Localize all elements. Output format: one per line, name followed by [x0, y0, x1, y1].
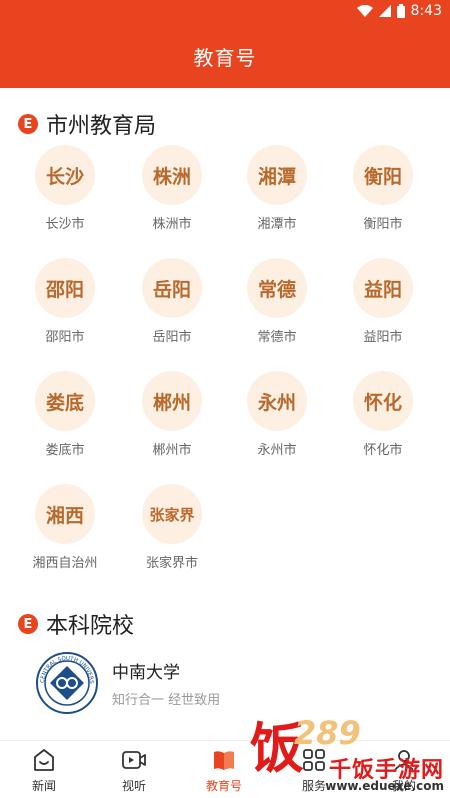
video-icon — [122, 751, 146, 769]
news-icon — [34, 749, 54, 771]
city-item-xiangxi[interactable]: 湘西 湘西自治州 — [15, 484, 115, 571]
section-title: 本科院校 — [46, 614, 135, 639]
city-item-zhangjiajie[interactable]: 张家界 张家界市 — [122, 484, 222, 571]
city-item-chenzhou[interactable]: 郴州 郴州市 — [122, 371, 222, 458]
city-label: 永州市 — [257, 443, 297, 458]
section-header-city: E 市州教育局 — [18, 108, 156, 140]
city-label: 常德市 — [257, 330, 297, 345]
city-item-yiyang[interactable]: 益阳 益阳市 — [333, 258, 433, 345]
status-bar: 8:43 — [0, 0, 450, 24]
profile-icon — [394, 750, 414, 771]
city-item-huaihua[interactable]: 怀化 怀化市 — [333, 371, 433, 458]
tab-education[interactable]: 教育号 — [194, 747, 254, 794]
tab-label: 视听 — [121, 779, 146, 793]
tab-service[interactable]: 服务 — [284, 747, 344, 794]
bottom-tab-bar: 新闻 视听 教育号 服务 我的 — [0, 740, 450, 798]
city-item-shaoyang[interactable]: 邵阳 邵阳市 — [15, 258, 115, 345]
city-item-hengyang[interactable]: 衡阳 衡阳市 — [333, 145, 433, 232]
university-motto: 知行合一 经世致用 — [112, 693, 221, 708]
university-logo-icon: CENTRAL SOUTH UNIVERSITY — [36, 652, 98, 714]
page-title: 教育号 — [193, 46, 257, 70]
city-icon: 邵阳 — [35, 258, 95, 318]
city-icon: 怀化 — [353, 371, 413, 431]
city-item-yueyang[interactable]: 岳阳 岳阳市 — [122, 258, 222, 345]
service-icon — [303, 749, 325, 771]
city-icon: 湘潭 — [247, 145, 307, 205]
tab-media[interactable]: 视听 — [104, 747, 164, 794]
university-name: 中南大学 — [112, 663, 180, 683]
city-label: 娄底市 — [45, 443, 85, 458]
city-icon: 益阳 — [353, 258, 413, 318]
section-title: 市州教育局 — [46, 114, 157, 139]
tab-label: 我的 — [391, 779, 416, 793]
city-icon: 郴州 — [142, 371, 202, 431]
section-badge-icon: E — [18, 114, 38, 134]
city-label: 长沙市 — [45, 217, 85, 232]
education-icon — [214, 751, 234, 770]
city-item-yongzhou[interactable]: 永州 永州市 — [227, 371, 327, 458]
city-icon: 岳阳 — [142, 258, 202, 318]
tab-label: 服务 — [301, 779, 326, 793]
tab-label: 新闻 — [31, 779, 56, 793]
city-icon: 张家界 — [142, 484, 202, 544]
city-icon: 娄底 — [35, 371, 95, 431]
city-label: 株洲市 — [152, 217, 192, 232]
city-label: 邵阳市 — [45, 330, 85, 345]
city-item-loudi[interactable]: 娄底 娄底市 — [15, 371, 115, 458]
university-item[interactable]: CENTRAL SOUTH UNIVERSITY 中南大学 知行合一 经世致用 — [36, 652, 220, 714]
status-time: 8:43 — [410, 3, 442, 19]
tab-label: 教育号 — [205, 779, 242, 793]
tab-news[interactable]: 新闻 — [14, 747, 74, 794]
signal-icon — [378, 5, 391, 17]
city-item-xiangtan[interactable]: 湘潭 湘潭市 — [227, 145, 327, 232]
city-item-changde[interactable]: 常德 常德市 — [227, 258, 327, 345]
city-label: 衡阳市 — [363, 217, 403, 232]
city-label: 岳阳市 — [152, 330, 192, 345]
city-label: 湘西自治州 — [32, 556, 98, 571]
section-badge-icon: E — [18, 614, 38, 634]
section-header-university: E 本科院校 — [18, 608, 134, 640]
city-label: 湘潭市 — [257, 217, 297, 232]
battery-icon — [396, 4, 405, 18]
city-icon: 永州 — [247, 371, 307, 431]
city-label: 益阳市 — [363, 330, 403, 345]
city-item-zhuzhou[interactable]: 株洲 株洲市 — [122, 145, 222, 232]
city-icon: 衡阳 — [353, 145, 413, 205]
city-icon: 株洲 — [142, 145, 202, 205]
city-item-changsha[interactable]: 长沙 长沙市 — [15, 145, 115, 232]
app-bar: 教育号 — [0, 24, 450, 88]
tab-profile[interactable]: 我的 — [374, 747, 434, 794]
city-icon: 湘西 — [35, 484, 95, 544]
city-icon: 常德 — [247, 258, 307, 318]
city-label: 怀化市 — [363, 443, 403, 458]
wifi-icon — [356, 5, 373, 17]
city-icon: 长沙 — [35, 145, 95, 205]
city-label: 张家界市 — [145, 556, 198, 571]
city-label: 郴州市 — [152, 443, 192, 458]
